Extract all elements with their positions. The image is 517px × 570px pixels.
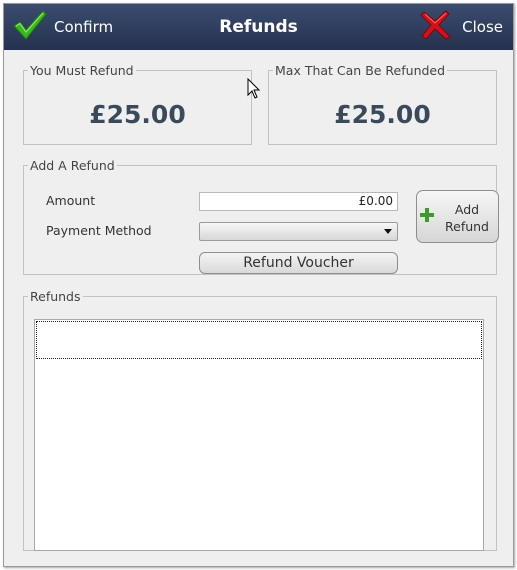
payment-method-select[interactable] [199, 222, 398, 241]
refunds-window: Confirm Refunds Close You Must Refund £2… [3, 3, 514, 567]
plus-icon [419, 207, 435, 227]
add-refund-group: Add A Refund Amount £0.00 Payment Method… [23, 158, 499, 275]
add-refund-button[interactable]: Add Refund [416, 190, 499, 243]
mouse-pointer-icon [247, 77, 261, 104]
must-refund-group: You Must Refund £25.00 [23, 63, 252, 145]
amount-input[interactable]: £0.00 [199, 192, 398, 211]
max-refund-legend: Max That Can Be Refunded [275, 63, 446, 78]
list-item[interactable] [36, 321, 482, 359]
title-bar: Confirm Refunds Close [4, 4, 513, 50]
close-button[interactable]: Close [420, 4, 503, 50]
refunds-group: Refunds [23, 289, 497, 551]
chevron-down-icon [384, 229, 392, 234]
max-refund-amount: £25.00 [334, 100, 431, 129]
must-refund-amount: £25.00 [89, 100, 186, 129]
must-refund-legend: You Must Refund [30, 63, 134, 78]
amount-label: Amount [46, 193, 96, 208]
add-refund-label-line2: Refund [445, 219, 489, 234]
max-refund-group: Max That Can Be Refunded £25.00 [268, 63, 497, 145]
close-icon [420, 9, 452, 45]
refunds-list[interactable] [34, 319, 484, 551]
payment-method-label: Payment Method [46, 223, 152, 238]
add-refund-legend: Add A Refund [30, 158, 115, 173]
add-refund-label-line1: Add [454, 202, 480, 217]
close-label: Close [462, 18, 503, 36]
refund-voucher-button[interactable]: Refund Voucher [199, 252, 398, 274]
add-refund-label: Add Refund [439, 201, 495, 235]
refunds-legend: Refunds [30, 289, 81, 304]
